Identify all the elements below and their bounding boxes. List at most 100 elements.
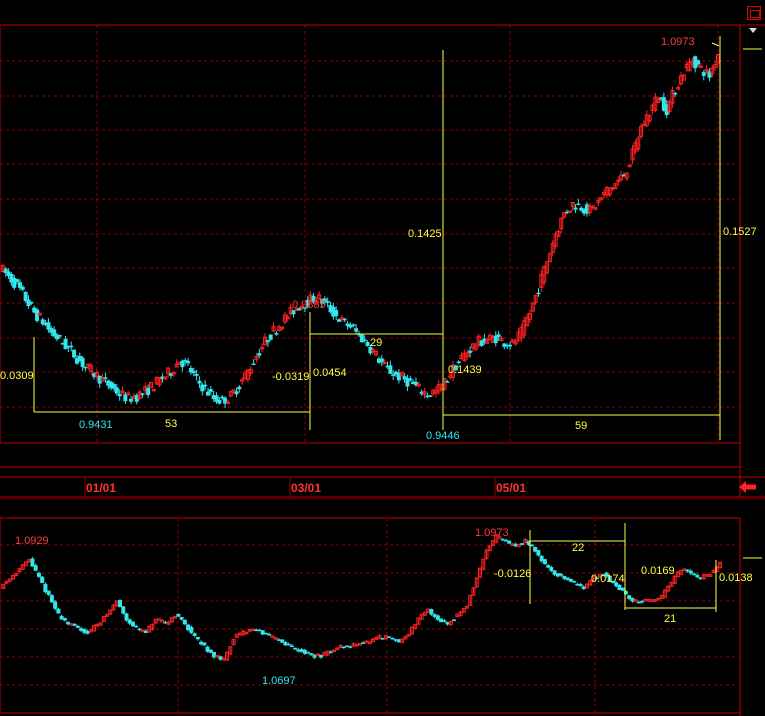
label-lower-high: 1.0973	[475, 527, 509, 539]
candle-body-down	[359, 334, 364, 343]
label-change-3: 0.1425	[408, 228, 442, 240]
candle-body-down	[203, 384, 208, 387]
candle-body-down	[620, 587, 625, 591]
label-lower-bars-2: 21	[664, 613, 676, 625]
candle-body-down	[194, 374, 199, 376]
candle-body-down	[354, 328, 359, 332]
candle-body-down	[195, 637, 200, 640]
candle-body-down	[391, 374, 396, 376]
candle-body-down	[140, 393, 145, 395]
label-change-4: 0.1439	[448, 364, 482, 376]
candle-body-down	[387, 636, 392, 638]
candle-body-down	[289, 645, 294, 648]
candle-body-down	[379, 358, 384, 363]
candle-body-down	[274, 333, 279, 335]
candle-body-down	[692, 573, 697, 576]
candle-body-down	[202, 642, 207, 646]
candle-body-down	[182, 619, 187, 625]
label-high-0.9885: 0.9885	[292, 299, 326, 311]
candle-body-down	[456, 361, 461, 363]
candle-body-down	[134, 625, 139, 628]
candle-body-down	[15, 279, 20, 282]
candle-body-down	[62, 618, 67, 621]
candle-body-down	[342, 318, 347, 321]
lower-candles	[1, 533, 722, 661]
candle-body-down	[390, 637, 395, 640]
candle-body-up	[364, 640, 369, 644]
candle-body-down	[688, 570, 693, 574]
label-change-5: 0.1527	[723, 226, 757, 238]
candle-body-down	[362, 339, 367, 342]
candle-body-down	[334, 310, 339, 317]
candle-body-up	[156, 618, 161, 621]
candle-body-down	[69, 345, 74, 348]
candle-body-down	[83, 366, 88, 369]
candle-body-down	[293, 647, 298, 650]
candle-body-down	[428, 395, 433, 397]
candle-body-down	[72, 624, 77, 626]
candle-body-down	[180, 360, 185, 368]
main-candles	[0, 53, 720, 409]
lower-panel-frame	[0, 517, 741, 714]
candle-body-down	[549, 567, 554, 571]
candle-body-down	[192, 633, 197, 636]
candle-body-down	[103, 377, 108, 379]
lower-annotations: 1.0929 1.0697 1.0973 -0.0126 0.0174 0.0169 0.0…	[15, 523, 753, 687]
candle-body-down	[56, 608, 61, 614]
candle-body-down	[123, 394, 128, 402]
candle-body-down	[189, 627, 194, 633]
candle-body-down	[72, 349, 77, 358]
candle-body-down	[80, 357, 85, 367]
candle-body-down	[695, 575, 700, 578]
candle-body-up	[160, 619, 165, 623]
label-bars-3: 59	[575, 420, 587, 432]
label-lower-low: 1.0697	[262, 675, 296, 687]
candle-body-down	[351, 324, 356, 327]
candle-body-down	[452, 619, 457, 622]
candle-body-down	[267, 633, 272, 636]
candle-body-down	[573, 207, 578, 210]
date-tick-label: 05/01	[496, 481, 526, 495]
candle-body-up	[649, 599, 654, 602]
lower-grid	[0, 518, 740, 713]
candle-body-down	[696, 60, 701, 65]
candle-body-down	[442, 620, 447, 622]
label-left-edge: 0.0309	[0, 370, 34, 382]
label-bars-1: 53	[165, 418, 177, 430]
label-bars-2: 29	[370, 337, 382, 349]
label-lower-high-left: 1.0929	[15, 535, 49, 547]
candle-body-down	[325, 301, 330, 303]
candle-body-down	[29, 301, 34, 304]
candle-body-down	[20, 286, 25, 290]
candle-body-down	[268, 334, 273, 340]
candle-body-down	[559, 573, 564, 576]
candle-body-down	[197, 380, 202, 384]
panel-menu-button[interactable]	[743, 24, 763, 38]
candle-body-down	[130, 621, 135, 627]
candle-body-down	[468, 350, 473, 353]
candle-body-down	[124, 613, 129, 621]
candle-body-down	[146, 388, 151, 395]
candle-body-down	[445, 381, 450, 383]
candle-body-down	[251, 363, 256, 366]
candle-body-down	[176, 613, 181, 617]
candle-body-down	[49, 595, 54, 603]
date-tick-label: 01/01	[86, 481, 116, 495]
candle-body-down	[429, 608, 434, 615]
label-change-1: -0.0319	[272, 371, 309, 383]
candle-body-down	[40, 576, 45, 583]
candle-body-down	[265, 340, 270, 343]
candle-body-down	[33, 565, 38, 571]
candle-body-down	[75, 625, 80, 628]
candle-body-down	[576, 203, 581, 206]
candle-body-down	[701, 72, 706, 76]
main-annotations: 0.9885 0.9431 0.9446 1.0973 0.0309 -0.0319 0.0…	[0, 36, 757, 442]
label-lower-change-1: -0.0126	[494, 568, 531, 580]
close-button[interactable]	[747, 6, 761, 20]
candle-body-down	[542, 559, 547, 565]
candle-body-up	[682, 568, 687, 572]
candle-body-down	[673, 92, 678, 95]
back-button[interactable]	[734, 478, 762, 496]
candle-body-down	[121, 606, 126, 614]
candle-body-down	[117, 394, 122, 397]
